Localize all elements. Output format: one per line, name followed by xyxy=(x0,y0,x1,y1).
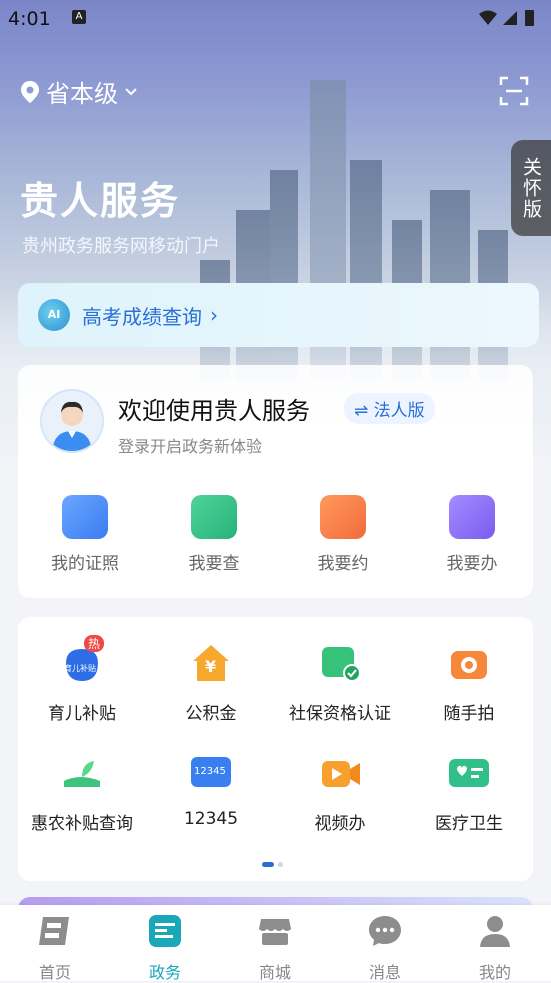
ai-icon: AI xyxy=(38,299,70,331)
hotline-icon-text: 12345 xyxy=(194,766,226,777)
welcome-title: 欢迎使用贵人服务 xyxy=(118,397,310,425)
tab-home[interactable]: 首页 xyxy=(0,913,110,983)
app-title: 贵人服务 xyxy=(20,179,181,223)
service-label: 12345 xyxy=(183,809,239,829)
corporate-version-label: 法人版 xyxy=(373,401,425,421)
tab-profile[interactable]: 我的 xyxy=(440,913,550,983)
housing-fund-icon: ¥ xyxy=(189,641,233,685)
home-icon xyxy=(39,917,69,945)
service-label: 视频办 xyxy=(314,814,366,834)
services-grid: 育儿补贴 热 育儿补贴 ¥ 公积金 社保资格认证 随手拍 惠农补贴查询 1234… xyxy=(18,617,533,881)
user-icon xyxy=(480,916,510,947)
service-childcare-subsidy[interactable]: 育儿补贴 热 育儿补贴 xyxy=(18,635,146,724)
chevron-down-icon xyxy=(125,87,137,95)
service-medical[interactable]: 医疗卫生 xyxy=(405,751,533,834)
battery-icon xyxy=(525,10,534,26)
service-snapshot[interactable]: 随手拍 xyxy=(405,641,533,724)
hot-badge: 热 xyxy=(84,635,105,652)
status-bar: 4:01 A xyxy=(0,0,551,38)
page-dot-active xyxy=(262,862,274,867)
message-icon xyxy=(369,916,401,946)
license-icon xyxy=(62,495,108,539)
scan-icon[interactable] xyxy=(499,76,529,106)
avatar[interactable] xyxy=(40,389,104,453)
location-label: 省本级 xyxy=(46,80,118,108)
location-selector[interactable]: 省本级 xyxy=(20,74,138,109)
signal-icon xyxy=(503,11,517,25)
quick-action-label: 我要查 xyxy=(188,554,240,574)
chevron-right-icon: › xyxy=(210,303,218,327)
service-housing-fund[interactable]: ¥ 公积金 xyxy=(147,641,275,724)
login-hint[interactable]: 登录开启政务新体验 xyxy=(118,433,262,457)
video-icon xyxy=(318,751,362,795)
banner-label: 高考成绩查询 xyxy=(82,304,202,329)
query-icon xyxy=(191,495,237,539)
welcome-card: 欢迎使用贵人服务 ⇌ 法人版 登录开启政务新体验 我的证照 我要查 我要约 我要… xyxy=(18,365,533,598)
handle-icon xyxy=(449,495,495,539)
quick-action-label: 我要约 xyxy=(317,554,369,574)
service-label: 随手拍 xyxy=(443,704,495,724)
government-icon xyxy=(149,915,181,947)
tab-label: 政务 xyxy=(148,963,181,982)
store-icon xyxy=(259,919,291,945)
tab-mall[interactable]: 商城 xyxy=(220,913,330,983)
bottom-tab-bar: 首页 政务 商城 消息 我的 xyxy=(0,905,551,983)
quick-action-label: 我的证照 xyxy=(51,554,119,574)
service-label: 公积金 xyxy=(185,704,237,724)
childcare-subsidy-icon: 育儿补贴 热 xyxy=(60,635,105,685)
childcare-icon-text: 育儿补贴 xyxy=(64,664,96,673)
tab-label: 首页 xyxy=(38,963,71,982)
status-time: 4:01 xyxy=(8,8,51,30)
tab-label: 消息 xyxy=(368,963,401,982)
status-icons xyxy=(477,8,541,32)
service-agri-subsidy[interactable]: 惠农补贴查询 xyxy=(18,751,146,834)
quick-action-my-licenses[interactable]: 我的证照 xyxy=(30,495,140,574)
service-video-handling[interactable]: 视频办 xyxy=(276,751,404,834)
app-subtitle: 贵州政务服务网移动门户 xyxy=(22,236,220,257)
service-social-security-cert[interactable]: 社保资格认证 xyxy=(276,641,404,724)
service-label: 社保资格认证 xyxy=(289,704,391,724)
wifi-icon xyxy=(479,10,497,25)
camera-icon xyxy=(447,641,491,685)
page-dot xyxy=(278,862,283,867)
switch-icon: ⇌ xyxy=(354,401,374,421)
tab-label: 商城 xyxy=(258,963,291,982)
appointment-icon xyxy=(320,495,366,539)
service-12345[interactable]: 12345 12345 xyxy=(147,751,275,829)
gaokao-banner[interactable]: AI 高考成绩查询 › xyxy=(18,283,539,347)
quick-action-appointment[interactable]: 我要约 xyxy=(288,495,398,574)
corporate-version-button[interactable]: ⇌ 法人版 xyxy=(344,393,435,424)
page-indicator xyxy=(262,852,283,871)
medical-icon xyxy=(447,751,491,795)
service-label: 医疗卫生 xyxy=(435,814,503,834)
tab-label: 我的 xyxy=(478,963,511,982)
yuan-symbol: ¥ xyxy=(205,657,217,676)
service-label: 惠农补贴查询 xyxy=(31,814,133,834)
tab-government[interactable]: 政务 xyxy=(110,913,220,983)
notification-icon: A xyxy=(72,10,86,24)
hotline-icon: 12345 xyxy=(189,751,233,795)
tab-messages[interactable]: 消息 xyxy=(330,913,440,983)
quick-action-label: 我要办 xyxy=(446,554,498,574)
social-security-icon xyxy=(318,641,362,685)
service-label: 育儿补贴 xyxy=(48,704,116,724)
care-mode-toggle[interactable]: 关怀版 xyxy=(511,140,551,236)
agri-subsidy-icon xyxy=(60,751,104,795)
quick-action-query[interactable]: 我要查 xyxy=(159,495,269,574)
quick-action-handle[interactable]: 我要办 xyxy=(417,495,527,574)
location-pin-icon xyxy=(21,80,39,103)
